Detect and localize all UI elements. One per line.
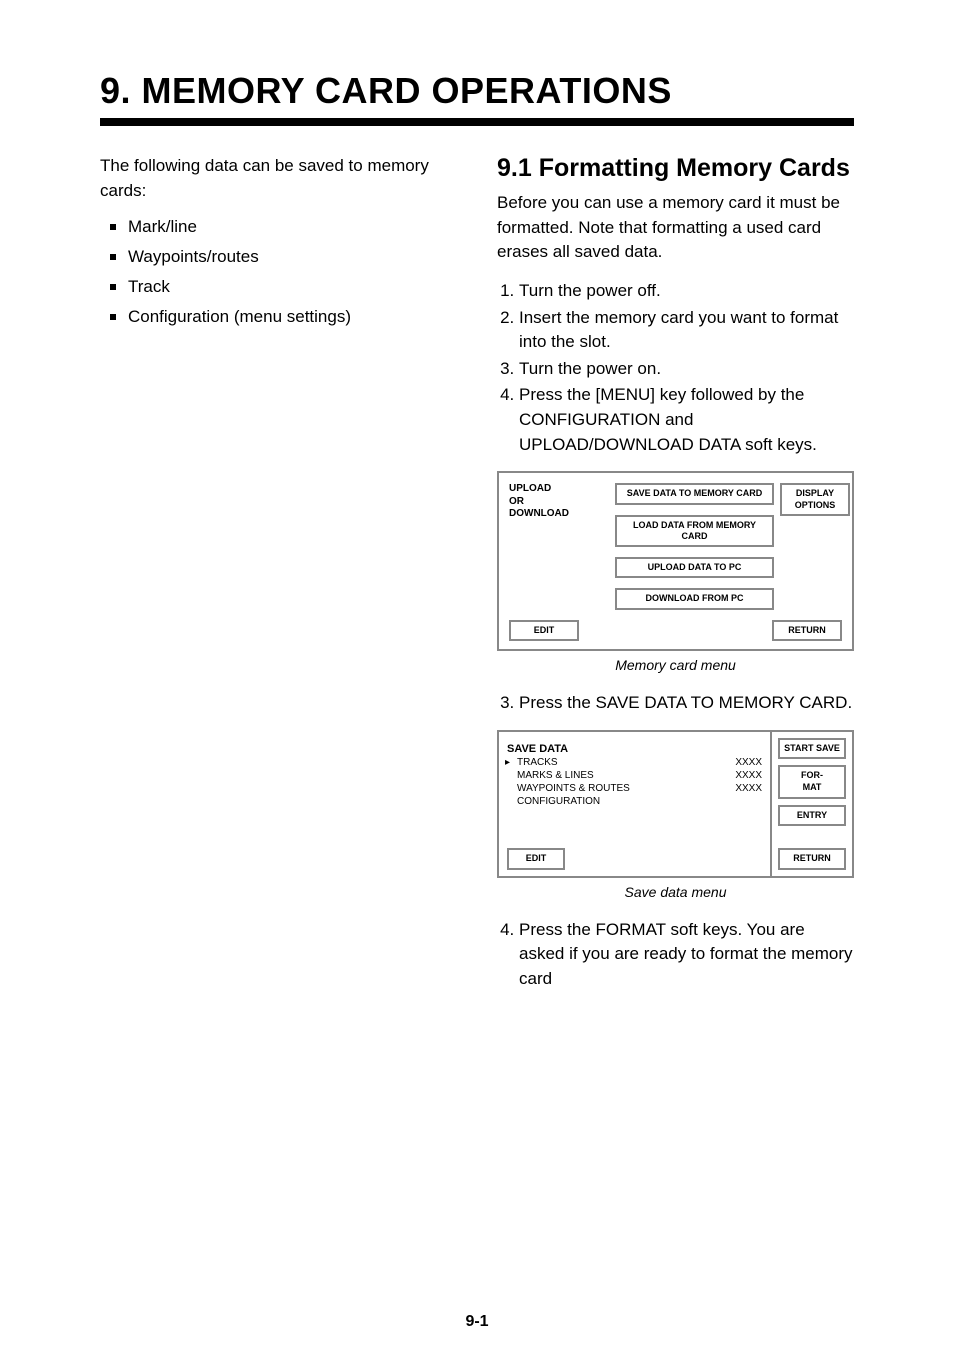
step-item: Press the [MENU] key followed by the CON… — [519, 383, 854, 457]
row-xxxx: XXXX — [735, 769, 762, 782]
menu-left-line: UPLOAD — [509, 483, 569, 496]
save-row-tracks: TRACKS XXXX — [507, 756, 762, 769]
format-button: FOR- MAT — [778, 765, 846, 798]
menu-item-download: DOWNLOAD FROM PC — [615, 588, 774, 609]
section-body: Before you can use a memory card it must… — [497, 191, 854, 265]
title-rule — [100, 118, 854, 126]
step-item: Turn the power on. — [519, 357, 854, 382]
row-xxxx: XXXX — [735, 782, 762, 795]
step-item: Press the SAVE DATA TO MEMORY CARD. — [519, 691, 854, 716]
list-item: Configuration (menu settings) — [100, 307, 457, 327]
intro-text: The following data can be saved to memor… — [100, 154, 457, 203]
display-options-button: DISPLAY OPTIONS — [780, 483, 850, 516]
return-button: RETURN — [772, 620, 842, 641]
left-column: The following data can be saved to memor… — [100, 154, 457, 1005]
row-label: WAYPOINTS & ROUTES — [517, 783, 630, 794]
save-edit-button: EDIT — [507, 848, 565, 870]
save-caption: Save data menu — [497, 884, 854, 900]
menu-left-label: UPLOAD OR DOWNLOAD — [509, 483, 569, 521]
steps-list-a: Turn the power off. Insert the memory ca… — [519, 279, 854, 457]
save-row-config: CONFIGURATION — [507, 795, 762, 808]
entry-button: ENTRY — [778, 805, 846, 827]
steps-list-c: Press the FORMAT soft keys. You are aske… — [519, 918, 854, 992]
list-item: Track — [100, 277, 457, 297]
menu-caption: Memory card menu — [497, 657, 854, 673]
list-item: Waypoints/routes — [100, 247, 457, 267]
list-item: Mark/line — [100, 217, 457, 237]
chapter-title: 9. MEMORY CARD OPERATIONS — [100, 70, 854, 112]
steps-list-b: Press the SAVE DATA TO MEMORY CARD. — [519, 691, 854, 716]
row-label: TRACKS — [517, 757, 558, 768]
step-item: Press the FORMAT soft keys. You are aske… — [519, 918, 854, 992]
row-label: CONFIGURATION — [517, 796, 600, 807]
start-save-button: START SAVE — [778, 738, 846, 760]
menu-item-load: LOAD DATA FROM MEMORY CARD — [615, 515, 774, 548]
menu-left-line: OR — [509, 496, 569, 509]
step-item: Turn the power off. — [519, 279, 854, 304]
menu-left-line: DOWNLOAD — [509, 508, 569, 521]
menu-item-upload: UPLOAD DATA TO PC — [615, 557, 774, 578]
save-row-wpr: WAYPOINTS & ROUTES XXXX — [507, 782, 762, 795]
save-row-marks: MARKS & LINES XXXX — [507, 769, 762, 782]
step-item: Insert the memory card you want to forma… — [519, 306, 854, 355]
memory-card-menu-diagram: UPLOAD OR DOWNLOAD SAVE DATA TO MEMORY C… — [497, 471, 854, 651]
row-label: MARKS & LINES — [517, 770, 594, 781]
save-return-button: RETURN — [778, 848, 846, 870]
save-data-diagram: SAVE DATA TRACKS XXXX MARKS & LINES XXXX… — [497, 730, 854, 878]
data-list: Mark/line Waypoints/routes Track Configu… — [100, 217, 457, 327]
page-number: 9-1 — [0, 1313, 954, 1331]
edit-button: EDIT — [509, 620, 579, 641]
menu-item-save: SAVE DATA TO MEMORY CARD — [615, 483, 774, 504]
row-xxxx: XXXX — [735, 756, 762, 769]
section-9-1-title: 9.1 Formatting Memory Cards — [497, 154, 854, 183]
save-title: SAVE DATA — [507, 742, 762, 756]
right-column: 9.1 Formatting Memory Cards Before you c… — [497, 154, 854, 1005]
